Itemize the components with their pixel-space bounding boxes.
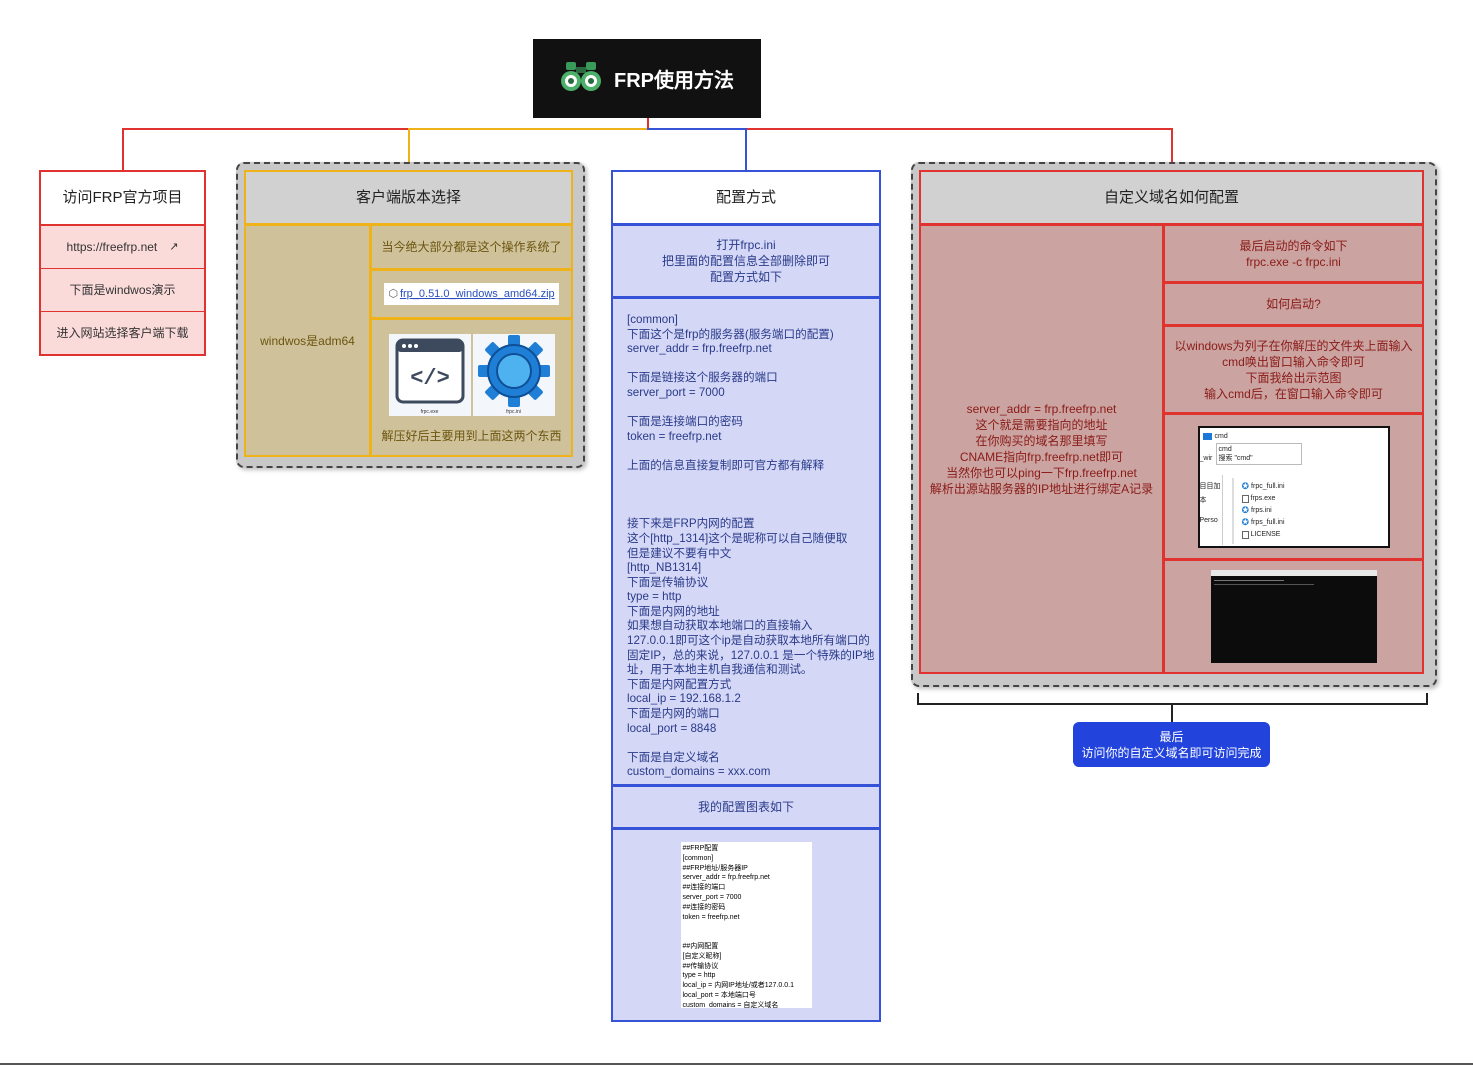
col4-r2: 如何启动? <box>1163 282 1424 326</box>
icons-image: </> frpc.exe frpc.ini <box>388 334 555 416</box>
root-node: FRP使用方法 <box>533 39 761 118</box>
freefrp-link[interactable]: https://freefrp.net ↗ <box>39 225 206 269</box>
col2-heading: 客户端版本选择 <box>244 170 573 225</box>
terminal-line <box>1213 580 1284 581</box>
file-row[interactable]: ✪ frpc_full.ini <box>1242 481 1285 493</box>
gear-file-icon: ✪ <box>1241 481 1250 491</box>
gear-icon: frpc.ini <box>472 334 555 416</box>
col2-r2: ⬡ frp_0.51.0_windows_amd64.zip <box>370 269 573 319</box>
svg-text:</>: </> <box>410 366 450 391</box>
explorer-screenshot: cmd cmd 搜索 "cmd" _wir 目目加 本 Perso ✪ frpc_… <box>1197 425 1390 548</box>
binoculars-icon <box>560 59 602 99</box>
icon2-label: frpc.ini <box>506 409 521 415</box>
file-row[interactable]: ✪ frps.ini <box>1242 505 1285 517</box>
col4-left: server_addr = frp.freefrp.net 这个就是需要指向的地… <box>919 224 1164 674</box>
col3-body: [common] 下面这个是frp的服务器(服务端口的配置) server_ad… <box>611 297 881 786</box>
scrollbar[interactable] <box>1231 477 1234 544</box>
bottom-rule <box>0 1063 1473 1065</box>
side-label-1: _wir <box>1199 454 1213 462</box>
brace-line <box>917 693 919 704</box>
terminal-line <box>1213 584 1314 585</box>
config-snippet: ##FRP配置 [common] ##FRP地址/服务器IP server_ad… <box>682 845 794 1008</box>
final-node: 最后 访问你的自定义域名即可访问完成 <box>1073 722 1270 767</box>
divider <box>1221 474 1223 545</box>
search-dropdown: cmd 搜索 "cmd" <box>1215 442 1302 465</box>
gear-file-icon: ✪ <box>1241 517 1250 527</box>
col2-r3-caption: 解压好后主要用到上面这两个东西 <box>381 429 562 443</box>
col3-chart-heading: 我的配置图表如下 <box>611 785 881 829</box>
file-list: ✪ frpc_full.ini frps.exe ✪ frps.ini ✪ frps_… <box>1241 481 1285 541</box>
root-title: FRP使用方法 <box>614 70 734 92</box>
zip-file[interactable]: ⬡ frp_0.51.0_windows_amd64.zip <box>384 283 559 305</box>
file-name[interactable]: LICENSE <box>1251 530 1281 539</box>
col4-r3: 以windows为列子在你解压的文件夹上面输入 cmd唤出窗口输入命令即可 下面… <box>1163 325 1424 414</box>
gear-file-icon: ✪ <box>1241 505 1250 515</box>
col2-r3: </> frpc.exe frpc.ini 解压好后主要用到上面这两个东西 <box>370 318 573 457</box>
col1-item-demo: 下面是windwos演示 <box>39 268 206 312</box>
icon1-label: frpc.exe <box>420 409 439 415</box>
col4-r1: 最后启动的命令如下 frpc.exe -c frpc.ini <box>1163 224 1424 283</box>
file-row[interactable]: LICENSE <box>1241 529 1285 541</box>
file-name[interactable]: frps_full.ini <box>1251 518 1284 527</box>
zip-filename[interactable]: frp_0.51.0_windows_amd64.zip <box>400 286 555 302</box>
col3-intro: 打开frpc.ini 把里面的配置信息全部删除即可 配置方式如下 <box>611 224 881 298</box>
package-icon: ⬡ <box>388 288 398 300</box>
connector <box>408 128 648 130</box>
folder-icon <box>1202 432 1212 440</box>
dropdown-item-1: cmd <box>1218 445 1232 453</box>
address-text: cmd <box>1214 432 1228 440</box>
col2-r1: 当今绝大部分都是这个操作系统了 <box>370 224 573 270</box>
side-label-2: 目目加 <box>1199 482 1221 490</box>
brace-line <box>1426 693 1428 704</box>
col2-left: windwos是adm64 <box>244 224 371 457</box>
file-name[interactable]: frpc_full.ini <box>1251 482 1284 491</box>
final-line-1: 最后 <box>1159 729 1184 744</box>
code-file-icon: </> frpc.exe <box>388 334 471 416</box>
final-line-2: 访问你的自定义域名即可访问完成 <box>1081 745 1262 760</box>
col1-heading: 访问FRP官方项目 <box>39 170 206 225</box>
blank-file-icon <box>1241 530 1249 539</box>
config-text: [common] 下面这个是frp的服务器(服务端口的配置) server_ad… <box>627 313 875 779</box>
col1-item-download: 进入网站选择客户端下载 <box>39 311 206 356</box>
file-row[interactable]: ✪ frps_full.ini <box>1242 517 1285 529</box>
side-label-4: Perso <box>1199 516 1218 524</box>
link-text[interactable]: https://freefrp.net <box>67 239 158 255</box>
connector <box>647 128 746 130</box>
exe-file-icon <box>1241 494 1249 503</box>
side-label-3: 本 <box>1199 496 1207 504</box>
connector <box>122 128 124 170</box>
col4-r4: cmd cmd 搜索 "cmd" _wir 目目加 本 Perso ✪ frpc_… <box>1163 413 1424 560</box>
file-row[interactable]: frps.exe <box>1241 493 1285 505</box>
connector <box>745 128 747 170</box>
file-name[interactable]: frps.ini <box>1251 506 1272 515</box>
dropdown-item-2: 搜索 "cmd" <box>1218 454 1253 462</box>
external-link-icon[interactable]: ↗ <box>169 239 178 255</box>
config-snippet-image: ##FRP配置 [common] ##FRP地址/服务器IP server_ad… <box>680 842 812 1008</box>
file-name[interactable]: frps.exe <box>1251 494 1276 503</box>
col3-heading: 配置方式 <box>611 170 881 225</box>
brace-line <box>1171 703 1173 723</box>
address-bar: cmd <box>1202 432 1228 441</box>
col4-r5 <box>1163 559 1424 674</box>
terminal-screenshot <box>1210 570 1377 663</box>
col4-heading: 自定义域名如何配置 <box>919 170 1424 225</box>
col3-snippet-cell: ##FRP配置 [common] ##FRP地址/服务器IP server_ad… <box>611 828 881 1022</box>
